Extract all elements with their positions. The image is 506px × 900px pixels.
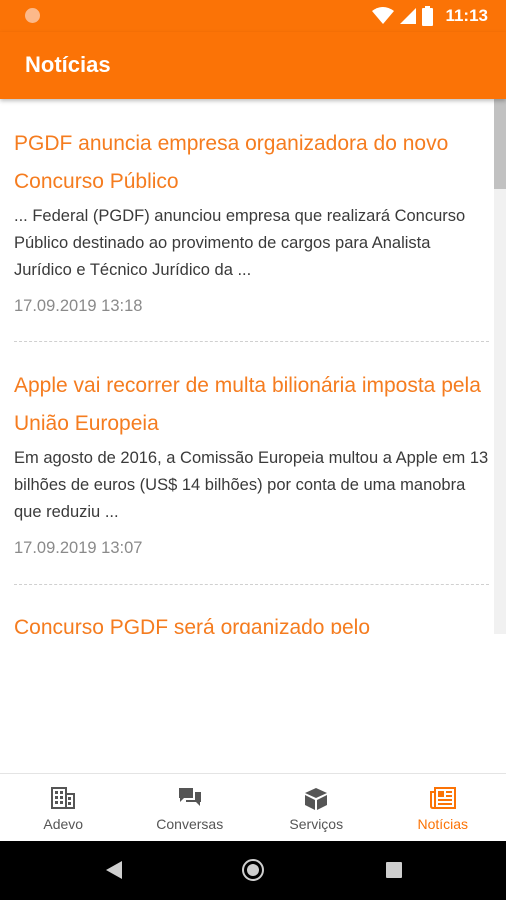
system-nav-bar (0, 841, 506, 900)
news-date: 17.09.2019 13:07 (14, 539, 143, 557)
nav-item-noticias[interactable]: Notícias (380, 774, 506, 842)
status-icons: 11:13 (372, 5, 488, 27)
news-item[interactable]: Apple vai recorrer de multa bilionária i… (14, 367, 489, 558)
news-title[interactable]: Concurso PGDF será organizado pelo (14, 609, 489, 634)
nav-label: Adevo (43, 816, 84, 832)
box-icon (305, 788, 328, 810)
news-list[interactable]: PGDF anuncia empresa organizadora do nov… (0, 99, 494, 634)
battery-icon (422, 6, 434, 26)
divider (14, 341, 489, 342)
scrollbar[interactable] (494, 99, 506, 634)
bottom-nav: Adevo Conversas Serviços Notícias (0, 773, 506, 842)
scrollbar-thumb[interactable] (494, 99, 506, 189)
notification-dot-icon (25, 8, 40, 23)
news-excerpt: Em agosto de 2016, a Comissão Europeia m… (14, 449, 489, 521)
nav-label: Serviços (289, 816, 344, 832)
nav-item-conversas[interactable]: Conversas (127, 774, 254, 842)
chat-icon (178, 788, 201, 806)
status-bar: 11:13 (0, 0, 506, 32)
home-icon[interactable] (241, 858, 265, 882)
nav-item-servicos[interactable]: Serviços (253, 774, 380, 842)
back-icon[interactable] (104, 859, 124, 881)
news-item[interactable]: PGDF anuncia empresa organizadora do nov… (14, 125, 489, 316)
building-icon (51, 787, 76, 809)
news-title[interactable]: Apple vai recorrer de multa bilionária i… (14, 367, 489, 443)
news-item[interactable]: Concurso PGDF será organizado pelo (14, 609, 489, 634)
news-excerpt: ... Federal (PGDF) anunciou empresa que … (14, 207, 466, 279)
status-time: 11:13 (445, 6, 488, 25)
nav-item-adevo[interactable]: Adevo (0, 774, 127, 842)
app-bar: Notícias (0, 32, 506, 99)
news-date: 17.09.2019 13:18 (14, 297, 143, 315)
nav-label: Notícias (417, 816, 469, 832)
newspaper-icon (429, 787, 456, 809)
cell-signal-icon (400, 8, 417, 24)
page-title: Notícias (25, 52, 111, 77)
nav-label: Conversas (156, 816, 224, 832)
divider (14, 584, 489, 585)
screen: 11:13 Notícias PGDF anuncia empresa orga… (0, 0, 506, 900)
recents-icon[interactable] (385, 861, 403, 879)
wifi-icon (372, 7, 395, 24)
news-title[interactable]: PGDF anuncia empresa organizadora do nov… (14, 125, 489, 201)
